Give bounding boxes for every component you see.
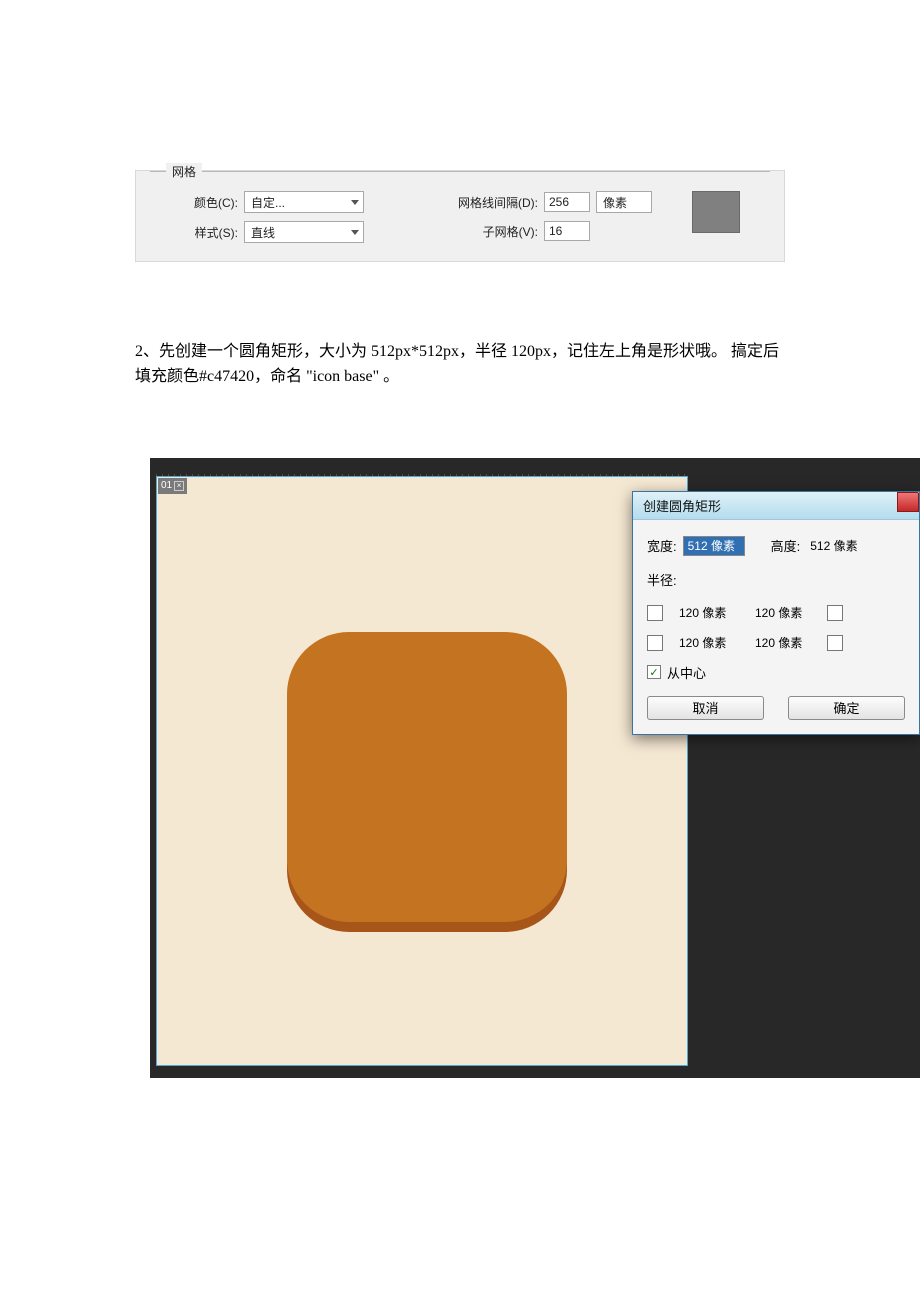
dialog-titlebar[interactable]: 创建圆角矩形 [633, 492, 919, 520]
corner-bottom-left-icon[interactable] [647, 635, 663, 651]
spacing-input[interactable]: 256 [544, 192, 590, 212]
radius-label: 半径: [647, 570, 677, 589]
style-dropdown[interactable]: 直线 [244, 221, 364, 243]
unit-dropdown[interactable]: 像素 [596, 191, 652, 213]
cancel-button[interactable]: 取消 [647, 696, 764, 720]
width-label: 宽度: [647, 536, 677, 555]
from-center-label: 从中心 [667, 663, 706, 682]
corner-bottom-right-icon[interactable] [827, 635, 843, 651]
corner-top-left-icon[interactable] [647, 605, 663, 621]
icon-base-shape [287, 632, 567, 922]
subgrid-input[interactable]: 16 [544, 221, 590, 241]
grid-legend: 网格 [166, 163, 202, 180]
canvas[interactable] [156, 476, 688, 1066]
create-rounded-rect-dialog: 创建圆角矩形 宽度: 512 像素 高度: 512 像素 半径: 120 像素 … [632, 491, 920, 735]
editor-screenshot: 01 × 创建圆角矩形 宽度: 512 像素 高度: 512 像素 半径: [150, 458, 920, 1078]
corner-tr-input[interactable]: 120 像素 [751, 603, 815, 623]
corner-br-input[interactable]: 120 像素 [751, 633, 815, 653]
style-label: 样式(S): [154, 224, 244, 241]
unit-value: 像素 [603, 194, 627, 211]
chevron-down-icon [351, 230, 359, 235]
color-value: 自定... [251, 194, 285, 211]
fieldset-border [150, 171, 770, 172]
document-tab-label: 01 [161, 480, 172, 491]
corner-bl-input[interactable]: 120 像素 [675, 633, 739, 653]
from-center-checkbox[interactable]: ✓ [647, 665, 661, 679]
instruction-paragraph: 2、先创建一个圆角矩形，大小为 512px*512px，半径 120px，记住左… [135, 340, 785, 390]
color-dropdown[interactable]: 自定... [244, 191, 364, 213]
grid-settings-panel: 网格 颜色(C): 自定... 样式(S): 直线 [135, 170, 785, 262]
corner-tl-input[interactable]: 120 像素 [675, 603, 739, 623]
width-input[interactable]: 512 像素 [683, 536, 745, 556]
document-tab[interactable]: 01 × [158, 478, 187, 494]
close-icon[interactable]: × [174, 481, 184, 491]
height-label: 高度: [771, 536, 801, 555]
dialog-close-button[interactable] [897, 492, 919, 512]
color-swatch[interactable] [692, 191, 740, 233]
spacing-label: 网格线间隔(D): [364, 194, 544, 211]
ok-button[interactable]: 确定 [788, 696, 905, 720]
height-input[interactable]: 512 像素 [806, 536, 868, 556]
color-label: 颜色(C): [154, 194, 244, 211]
dialog-title: 创建圆角矩形 [643, 496, 721, 515]
subgrid-label: 子网格(V): [364, 223, 544, 240]
corner-top-right-icon[interactable] [827, 605, 843, 621]
chevron-down-icon [351, 200, 359, 205]
style-value: 直线 [251, 224, 275, 241]
